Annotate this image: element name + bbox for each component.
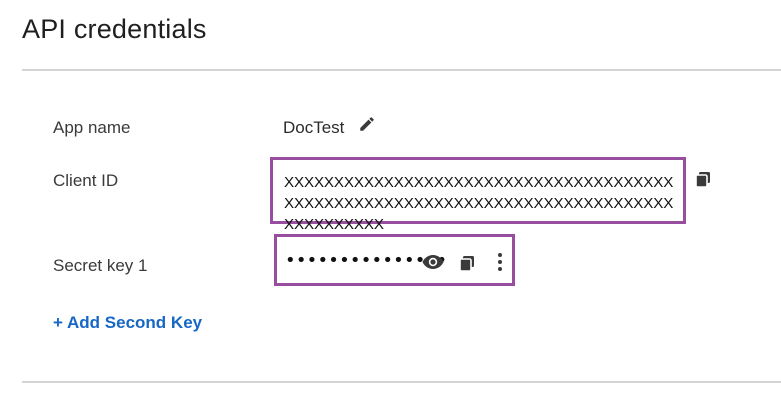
top-divider: [22, 69, 781, 71]
page-title: API credentials: [22, 14, 207, 44]
copy-secret-key-icon[interactable]: [459, 255, 475, 272]
bottom-divider: [22, 381, 781, 383]
eye-icon[interactable]: [422, 254, 444, 270]
secret-key-highlight-box: •••••••••••••••: [274, 234, 515, 286]
copy-client-id-icon[interactable]: [695, 171, 711, 188]
add-second-key-link[interactable]: + Add Second Key: [53, 313, 202, 333]
pencil-icon[interactable]: [358, 115, 376, 133]
client-id-value: XXXXXXXXXXXXXXXXXXXXXXXXXXXXXXXXXXXXXXXX…: [284, 174, 674, 233]
secret-key-label: Secret key 1: [53, 256, 148, 275]
app-name-label: App name: [53, 118, 131, 137]
client-id-highlight-box: XXXXXXXXXXXXXXXXXXXXXXXXXXXXXXXXXXXXXXXX…: [270, 157, 686, 233]
kebab-menu-icon[interactable]: [496, 252, 504, 272]
client-id-label: Client ID: [53, 171, 119, 190]
app-name-value: DocTest: [283, 118, 345, 137]
